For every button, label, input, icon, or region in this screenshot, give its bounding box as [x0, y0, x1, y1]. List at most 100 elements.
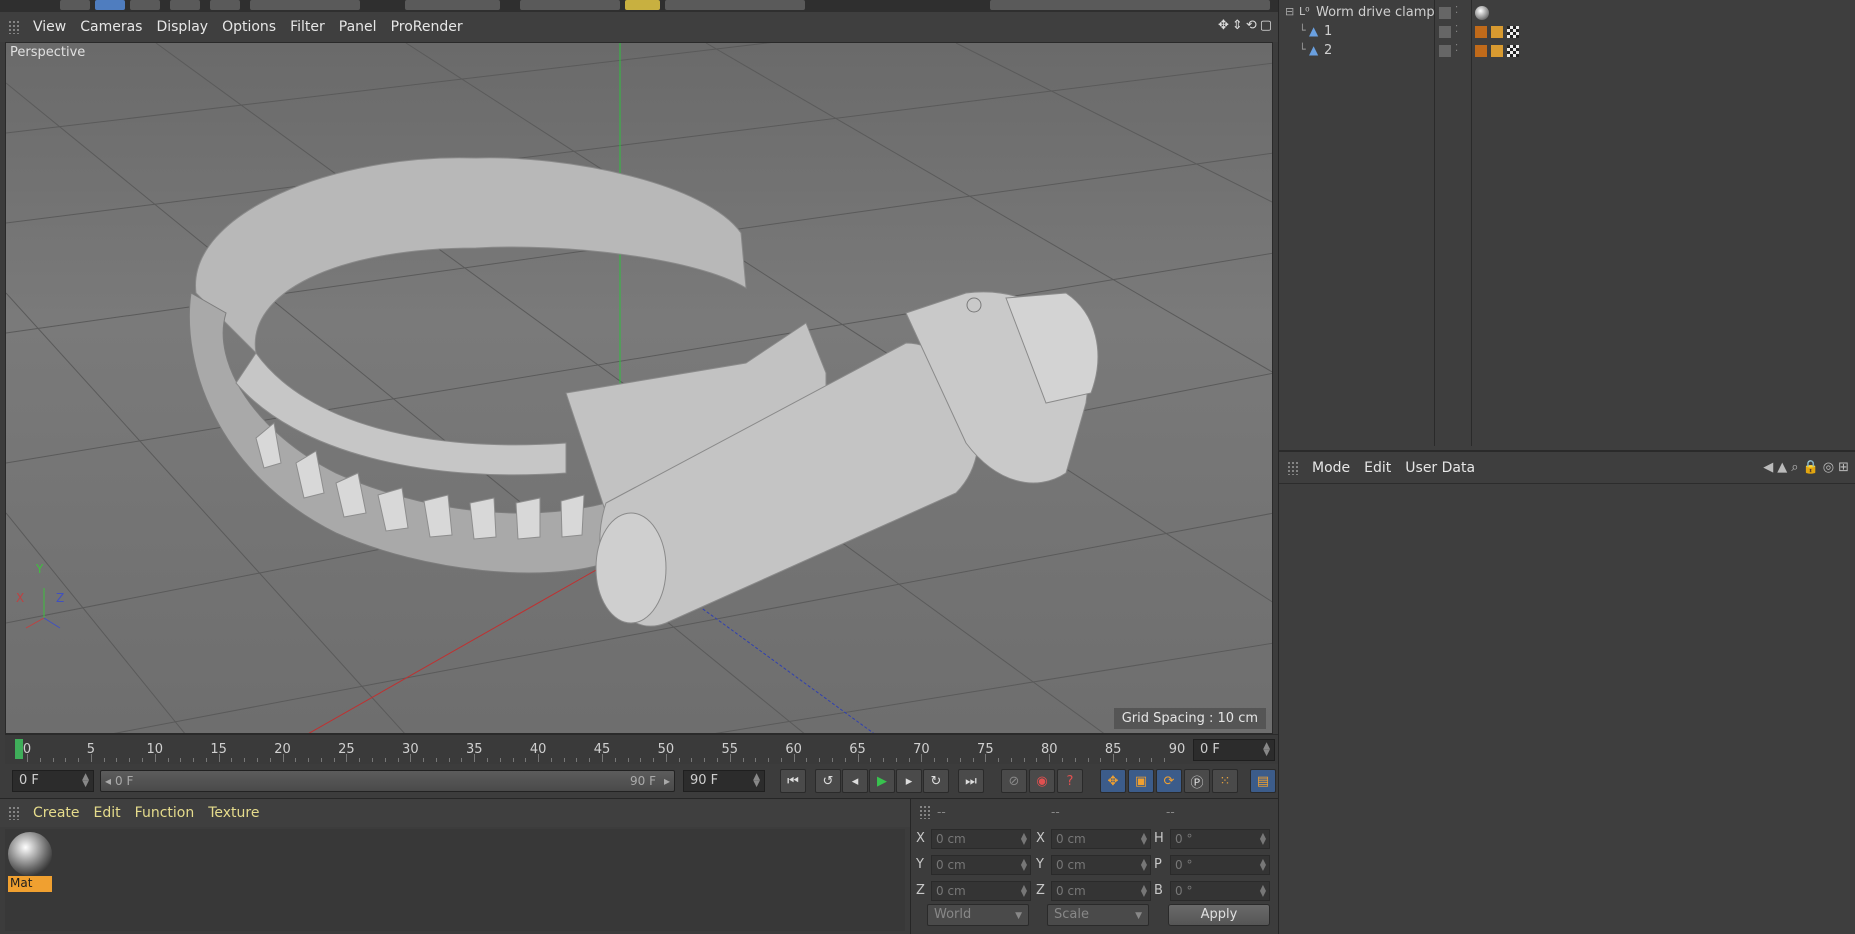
frame-range-slider[interactable]: ◂ 0 F 90 F ▸ [100, 770, 675, 792]
layer-icon[interactable] [1439, 7, 1451, 19]
menu-user-data[interactable]: User Data [1398, 460, 1482, 476]
spinner-icon[interactable]: ▲ ▼ [1141, 832, 1147, 846]
menu-panel[interactable]: Panel [332, 19, 384, 35]
material-name[interactable]: Mat [8, 876, 52, 892]
menu-edit[interactable]: Edit [87, 805, 128, 821]
go-to-start-button[interactable]: ⏮ [780, 769, 806, 793]
menu-function[interactable]: Function [128, 805, 202, 821]
rotation-p-field[interactable]: 0 ° ▲ ▼ [1170, 855, 1270, 875]
layer-icon[interactable] [1439, 45, 1451, 57]
position-x-field[interactable]: 0 cm ▲ ▼ [931, 829, 1031, 849]
menu-texture[interactable]: Texture [201, 805, 266, 821]
spinner-icon[interactable]: ▲ ▼ [82, 773, 89, 789]
spinner-icon[interactable]: ▲ ▼ [1021, 832, 1027, 846]
go-to-end-button[interactable]: ⏭ [958, 769, 984, 793]
toolbar-button[interactable] [60, 0, 90, 10]
menu-prorender[interactable]: ProRender [384, 19, 470, 35]
camera-label[interactable]: Perspective [10, 45, 85, 60]
object-name[interactable]: 2 [1324, 43, 1332, 58]
toolbar-button-group[interactable] [520, 0, 620, 10]
menu-options[interactable]: Options [215, 19, 283, 35]
toolbar-button[interactable] [625, 0, 660, 10]
object-row[interactable]: └ ▲ 2 ⁚ [1279, 43, 1855, 61]
visibility-dots-icon[interactable]: ⁚ [1455, 43, 1458, 54]
size-mode-dropdown[interactable]: Scale ▼ [1047, 904, 1149, 926]
spinner-icon[interactable]: ▲ ▼ [753, 773, 760, 789]
menu-view[interactable]: View [26, 19, 73, 35]
spinner-icon[interactable]: ▲ ▼ [1260, 884, 1266, 898]
panel-grip-icon[interactable] [8, 20, 20, 34]
toolbar-button[interactable] [170, 0, 200, 10]
attribute-nav-icons[interactable]: ◀▲⌕🔒◎⊞ [1763, 460, 1853, 475]
phong-tag-icon[interactable] [1475, 26, 1487, 38]
object-name[interactable]: Worm drive clamp [1316, 5, 1435, 20]
spinner-icon[interactable]: ▲ ▼ [1260, 858, 1266, 872]
visibility-dots-icon[interactable]: ⁚ [1455, 24, 1458, 35]
spinner-icon[interactable]: ▲ ▼ [1263, 742, 1270, 758]
toolbar-button-group[interactable] [665, 0, 805, 10]
texture-tag-icon[interactable] [1507, 45, 1519, 57]
render-buttons[interactable] [405, 0, 500, 10]
menu-edit[interactable]: Edit [1357, 460, 1398, 476]
size-y-field[interactable]: 0 cm ▲ ▼ [1051, 855, 1151, 875]
position-z-field[interactable]: 0 cm ▲ ▼ [931, 881, 1031, 901]
object-row[interactable]: └ ▲ 1 ⁚ [1279, 24, 1855, 42]
rotation-h-field[interactable]: 0 ° ▲ ▼ [1170, 829, 1270, 849]
menu-mode[interactable]: Mode [1305, 460, 1357, 476]
timeline-window-button[interactable]: ▤ [1250, 769, 1276, 793]
menu-filter[interactable]: Filter [283, 19, 332, 35]
apply-button[interactable]: Apply [1168, 904, 1270, 926]
position-y-field[interactable]: 0 cm ▲ ▼ [931, 855, 1031, 875]
spinner-icon[interactable]: ▲ ▼ [1260, 832, 1266, 846]
menu-create[interactable]: Create [26, 805, 87, 821]
viewport-nav-icons[interactable]: ✥⇕⟲▢ [1218, 18, 1275, 33]
menu-display[interactable]: Display [149, 19, 215, 35]
parameter-key-button[interactable]: Ⓟ [1184, 769, 1210, 793]
end-frame-field[interactable]: 90 F ▲ ▼ [683, 770, 765, 792]
position-key-button[interactable]: ✥ [1100, 769, 1126, 793]
playhead[interactable] [15, 739, 23, 759]
range-right-arrow-icon[interactable]: ▸ [664, 774, 670, 788]
next-frame-button[interactable]: ▸ [896, 769, 922, 793]
worm-drive-clamp-model[interactable] [188, 157, 1099, 627]
start-frame-field[interactable]: 0 F ▲ ▼ [12, 770, 94, 792]
spinner-icon[interactable]: ▲ ▼ [1141, 858, 1147, 872]
phong-tag-icon[interactable] [1475, 45, 1487, 57]
coordinate-space-dropdown[interactable]: World ▼ [927, 904, 1029, 926]
keyframe-selection-button[interactable]: ? [1057, 769, 1083, 793]
collapse-icon[interactable]: ⊟ [1285, 5, 1294, 18]
material-tag-icon[interactable] [1475, 6, 1489, 20]
visibility-dots-icon[interactable]: ⁚ [1455, 5, 1458, 16]
toolbar-button-group[interactable] [250, 0, 360, 10]
panel-grip-icon[interactable] [919, 805, 931, 819]
autokey-button[interactable]: ◉ [1029, 769, 1055, 793]
3d-viewport[interactable]: Y X Z Perspective Grid Spacing : 10 cm [5, 42, 1273, 734]
previous-key-button[interactable]: ↺ [815, 769, 841, 793]
scale-key-button[interactable]: ▣ [1128, 769, 1154, 793]
menu-cameras[interactable]: Cameras [73, 19, 149, 35]
point-level-button[interactable]: ⁙ [1212, 769, 1238, 793]
record-keys-button[interactable]: ⊘ [1001, 769, 1027, 793]
material-preview-sphere[interactable] [8, 832, 52, 876]
next-key-button[interactable]: ↻ [923, 769, 949, 793]
spinner-icon[interactable]: ▲ ▼ [1021, 858, 1027, 872]
timeline-ruler[interactable]: 0 5 10 15 20 25 30 35 40 45 50 55 60 65 70 75 80 85 90 0 F… [5, 734, 1278, 764]
play-button[interactable]: ▶ [869, 769, 895, 793]
size-x-field[interactable]: 0 cm ▲ ▼ [1051, 829, 1151, 849]
object-name[interactable]: 1 [1324, 24, 1332, 39]
layer-icon[interactable] [1439, 26, 1451, 38]
rotation-b-field[interactable]: 0 ° ▲ ▼ [1170, 881, 1270, 901]
toolbar-button[interactable] [130, 0, 160, 10]
range-left-arrow-icon[interactable]: ◂ [105, 774, 111, 788]
uvw-tag-icon[interactable] [1491, 26, 1503, 38]
spinner-icon[interactable]: ▲ ▼ [1021, 884, 1027, 898]
toolbar-button[interactable] [210, 0, 240, 10]
panel-grip-icon[interactable] [1287, 460, 1299, 475]
size-z-field[interactable]: 0 cm ▲ ▼ [1051, 881, 1151, 901]
spinner-icon[interactable]: ▲ ▼ [1141, 884, 1147, 898]
rotation-key-button[interactable]: ⟳ [1156, 769, 1182, 793]
toolbar-button-group[interactable] [990, 0, 1270, 10]
texture-tag-icon[interactable] [1507, 26, 1519, 38]
panel-grip-icon[interactable] [8, 806, 20, 820]
object-row[interactable]: ⊟ L⁰ Worm drive clamp ⁚ [1279, 5, 1855, 23]
